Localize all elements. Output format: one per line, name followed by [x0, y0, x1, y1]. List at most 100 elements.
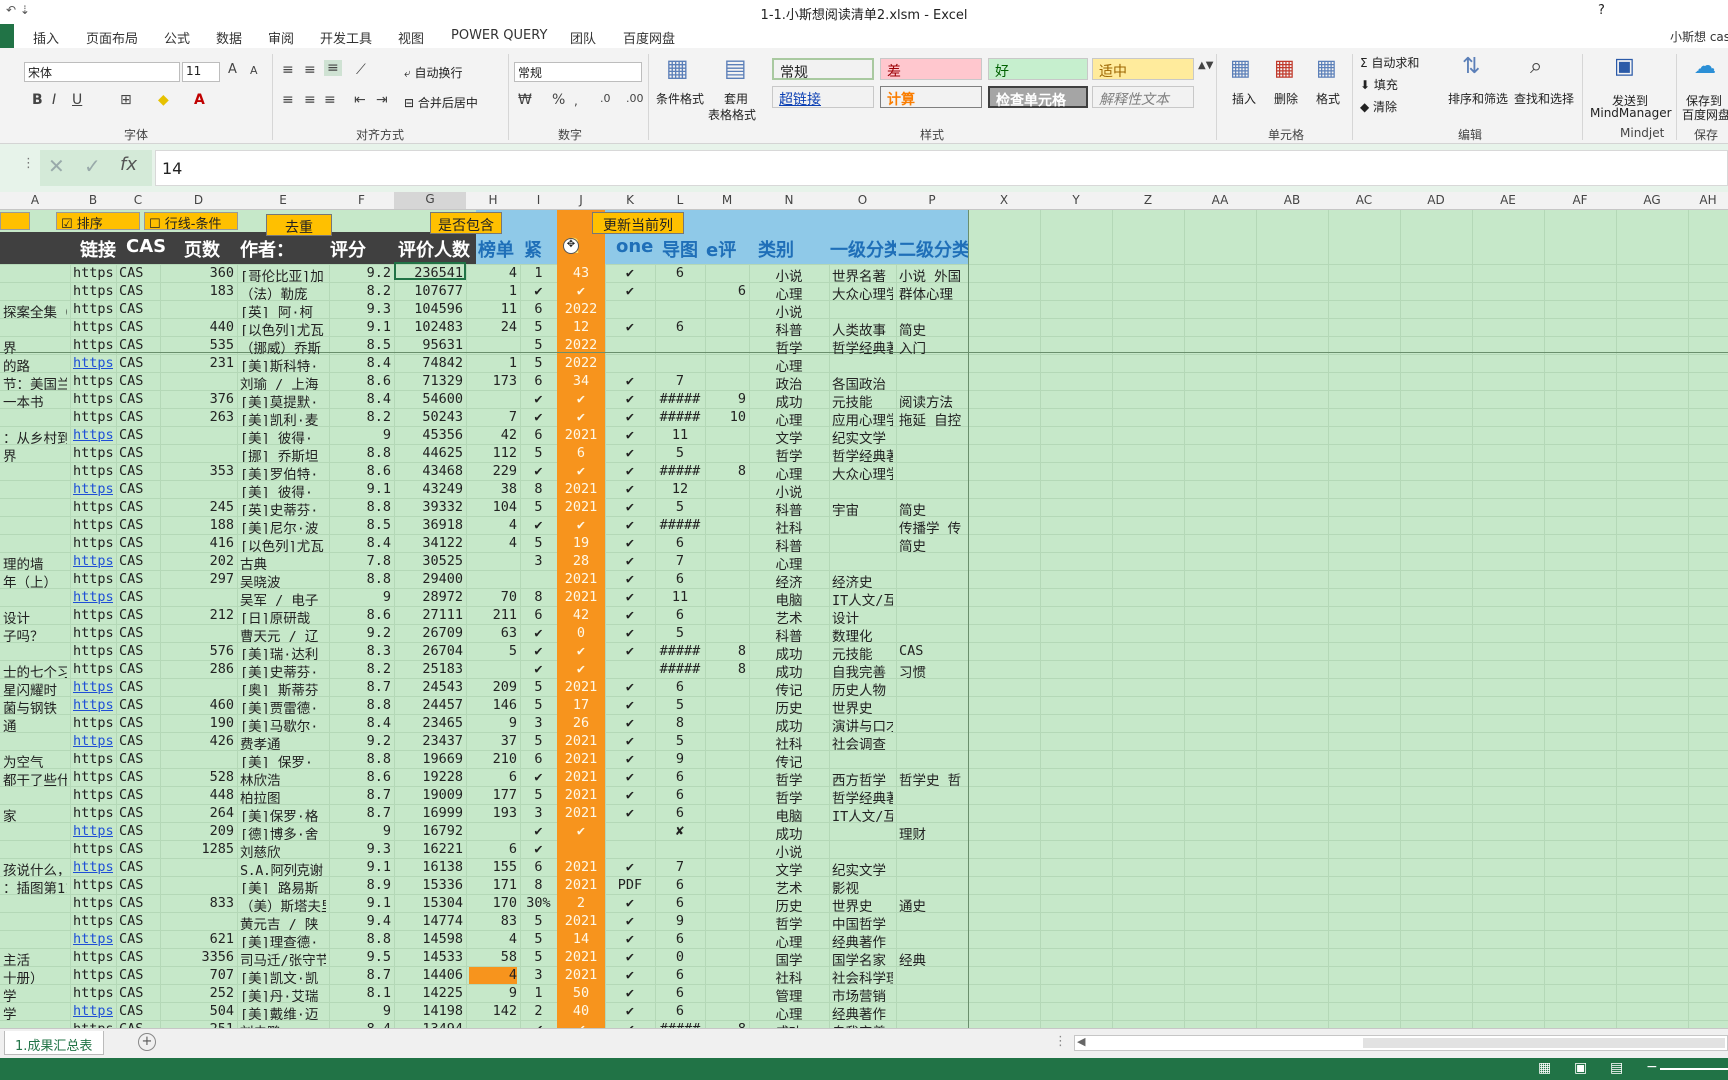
column-header-x[interactable]: X — [968, 193, 1040, 207]
column-header-aa[interactable]: AA — [1184, 193, 1256, 207]
scroll-left-icon[interactable]: ◀ — [1077, 1035, 1085, 1048]
cell-b[interactable]: https — [73, 337, 113, 354]
cancel-icon[interactable]: ✕ — [48, 154, 65, 178]
cell-b[interactable]: https — [73, 265, 113, 282]
style-normal[interactable]: 常规 — [772, 58, 874, 81]
border-icon[interactable]: ⊞ — [120, 92, 132, 108]
font-size-combo[interactable]: 11 — [182, 62, 220, 82]
cell-b[interactable]: https — [73, 859, 113, 876]
indent-increase-icon[interactable]: ⇥ — [376, 92, 388, 108]
cell-b[interactable]: https — [73, 697, 113, 714]
page-break-view-icon[interactable]: ▤ — [1610, 1060, 1623, 1076]
cell-b[interactable]: https — [73, 517, 113, 534]
cell-b[interactable]: https — [73, 445, 113, 462]
cell-b[interactable]: https — [73, 1021, 113, 1028]
style-hyperlink[interactable]: 超链接 — [772, 86, 874, 108]
align-top-icon[interactable]: ≡ — [282, 62, 294, 78]
bold-icon[interactable]: B — [32, 92, 43, 108]
fx-icon[interactable]: fx — [120, 154, 137, 175]
cell-b[interactable]: https — [73, 877, 113, 894]
format-cells-button[interactable]: 格式 — [1316, 90, 1340, 107]
column-header-o[interactable]: O — [829, 193, 896, 207]
sheet-tab[interactable]: 1.成果汇总表 — [4, 1031, 104, 1055]
column-header-ag[interactable]: AG — [1616, 193, 1688, 207]
tab-formulas[interactable]: 公式 — [164, 28, 190, 47]
cell-b[interactable]: https — [73, 895, 113, 912]
save-baidu-button-2[interactable]: 百度网盘 — [1682, 106, 1728, 123]
align-middle-icon[interactable]: ≡ — [304, 62, 316, 78]
column-header-l[interactable]: L — [655, 193, 705, 207]
cell-b[interactable]: https — [73, 967, 113, 984]
column-header-b[interactable]: B — [70, 193, 116, 207]
decrease-decimal-icon[interactable]: .00 — [626, 92, 644, 105]
cell-b[interactable]: https — [73, 463, 113, 480]
column-header-d[interactable]: D — [160, 193, 237, 207]
tab-baidu[interactable]: 百度网盘 — [623, 28, 675, 47]
fill-button[interactable]: ⬇ 填充 — [1360, 76, 1398, 93]
column-header-h[interactable]: H — [466, 193, 520, 207]
table-format-icon[interactable]: ▤ — [724, 54, 747, 82]
cell-b[interactable]: https — [73, 391, 113, 408]
tab-data[interactable]: 数据 — [216, 28, 242, 47]
orientation-icon[interactable]: ⟋ — [356, 62, 366, 78]
cell-b[interactable]: https — [73, 841, 113, 858]
column-header-ae[interactable]: AE — [1472, 193, 1544, 207]
conditional-format-button[interactable]: 条件格式 — [656, 90, 704, 107]
currency-icon[interactable]: ₩ — [518, 92, 532, 108]
cell-b[interactable]: https — [73, 409, 113, 426]
page-layout-view-icon[interactable]: ▣ — [1574, 1060, 1587, 1076]
cell-b[interactable]: https — [73, 571, 113, 588]
cell-b[interactable]: https — [73, 499, 113, 516]
cell-b[interactable]: https — [73, 679, 113, 696]
column-header-ab[interactable]: AB — [1256, 193, 1328, 207]
cell-b[interactable]: https — [73, 625, 113, 642]
cell-b[interactable]: https — [73, 751, 113, 768]
row-condition-checkbox[interactable]: ☐ 行线-条件 — [144, 212, 238, 232]
conditional-format-icon[interactable]: ▦ — [666, 54, 689, 82]
align-left-icon[interactable]: ≡ — [282, 92, 294, 108]
format-cells-icon[interactable]: ▦ — [1316, 56, 1337, 81]
column-header-m[interactable]: M — [705, 193, 749, 207]
cell-b[interactable]: https — [73, 643, 113, 660]
cell-b[interactable]: https — [73, 607, 113, 624]
merge-center-button[interactable]: ⊟ 合并后居中 — [404, 94, 478, 111]
column-header-k[interactable]: K — [605, 193, 655, 207]
scroll-thumb[interactable] — [1363, 1038, 1725, 1048]
styles-scroll-icon[interactable]: ▲▼ — [1198, 60, 1213, 71]
clear-button[interactable]: ◆ 清除 — [1360, 98, 1397, 115]
cell-b[interactable]: https — [73, 949, 113, 966]
grow-font-icon[interactable]: A — [228, 62, 237, 77]
file-tab-edge[interactable] — [0, 24, 14, 48]
contains-button[interactable]: 是否包含 — [430, 212, 502, 234]
add-sheet-icon[interactable]: + — [138, 1033, 156, 1051]
column-header-e[interactable]: E — [237, 193, 329, 207]
sheet-splitter-icon[interactable]: ⋮ — [1054, 1034, 1067, 1049]
table-format-button-1[interactable]: 套用 — [724, 90, 748, 107]
align-right-icon[interactable]: ≡ — [324, 92, 336, 108]
tab-developer[interactable]: 开发工具 — [320, 28, 372, 47]
column-header-f[interactable]: F — [329, 193, 394, 207]
active-cell[interactable] — [394, 262, 466, 280]
tab-review[interactable]: 审阅 — [268, 28, 294, 47]
zoom-out-icon[interactable]: − — [1646, 1059, 1658, 1075]
tab-team[interactable]: 团队 — [570, 28, 596, 47]
cell-b[interactable]: https — [73, 589, 113, 606]
tab-power-query[interactable]: POWER QUERY — [451, 28, 547, 43]
tab-insert[interactable]: 插入 — [33, 28, 59, 47]
update-column-button[interactable]: 更新当前列 — [592, 212, 684, 234]
autosum-button[interactable]: Σ 自动求和 — [1360, 54, 1419, 71]
cell-b[interactable]: https — [73, 283, 113, 300]
fill-color-icon[interactable]: ◆ — [158, 92, 169, 108]
cell-b[interactable]: https — [73, 787, 113, 804]
column-header-j[interactable]: J — [557, 193, 605, 207]
column-header-i[interactable]: I — [520, 193, 557, 207]
cell-b[interactable]: https — [73, 931, 113, 948]
cell-b[interactable]: https — [73, 823, 113, 840]
number-format-combo[interactable]: 常规 — [514, 62, 642, 82]
style-calculation[interactable]: 计算 — [880, 86, 982, 108]
cell-b[interactable]: https — [73, 319, 113, 336]
delete-cells-button[interactable]: 删除 — [1274, 90, 1298, 107]
cell-b[interactable]: https — [73, 373, 113, 390]
cell-b[interactable]: https — [73, 1003, 113, 1020]
style-check-cell[interactable]: 检查单元格 — [988, 86, 1088, 109]
